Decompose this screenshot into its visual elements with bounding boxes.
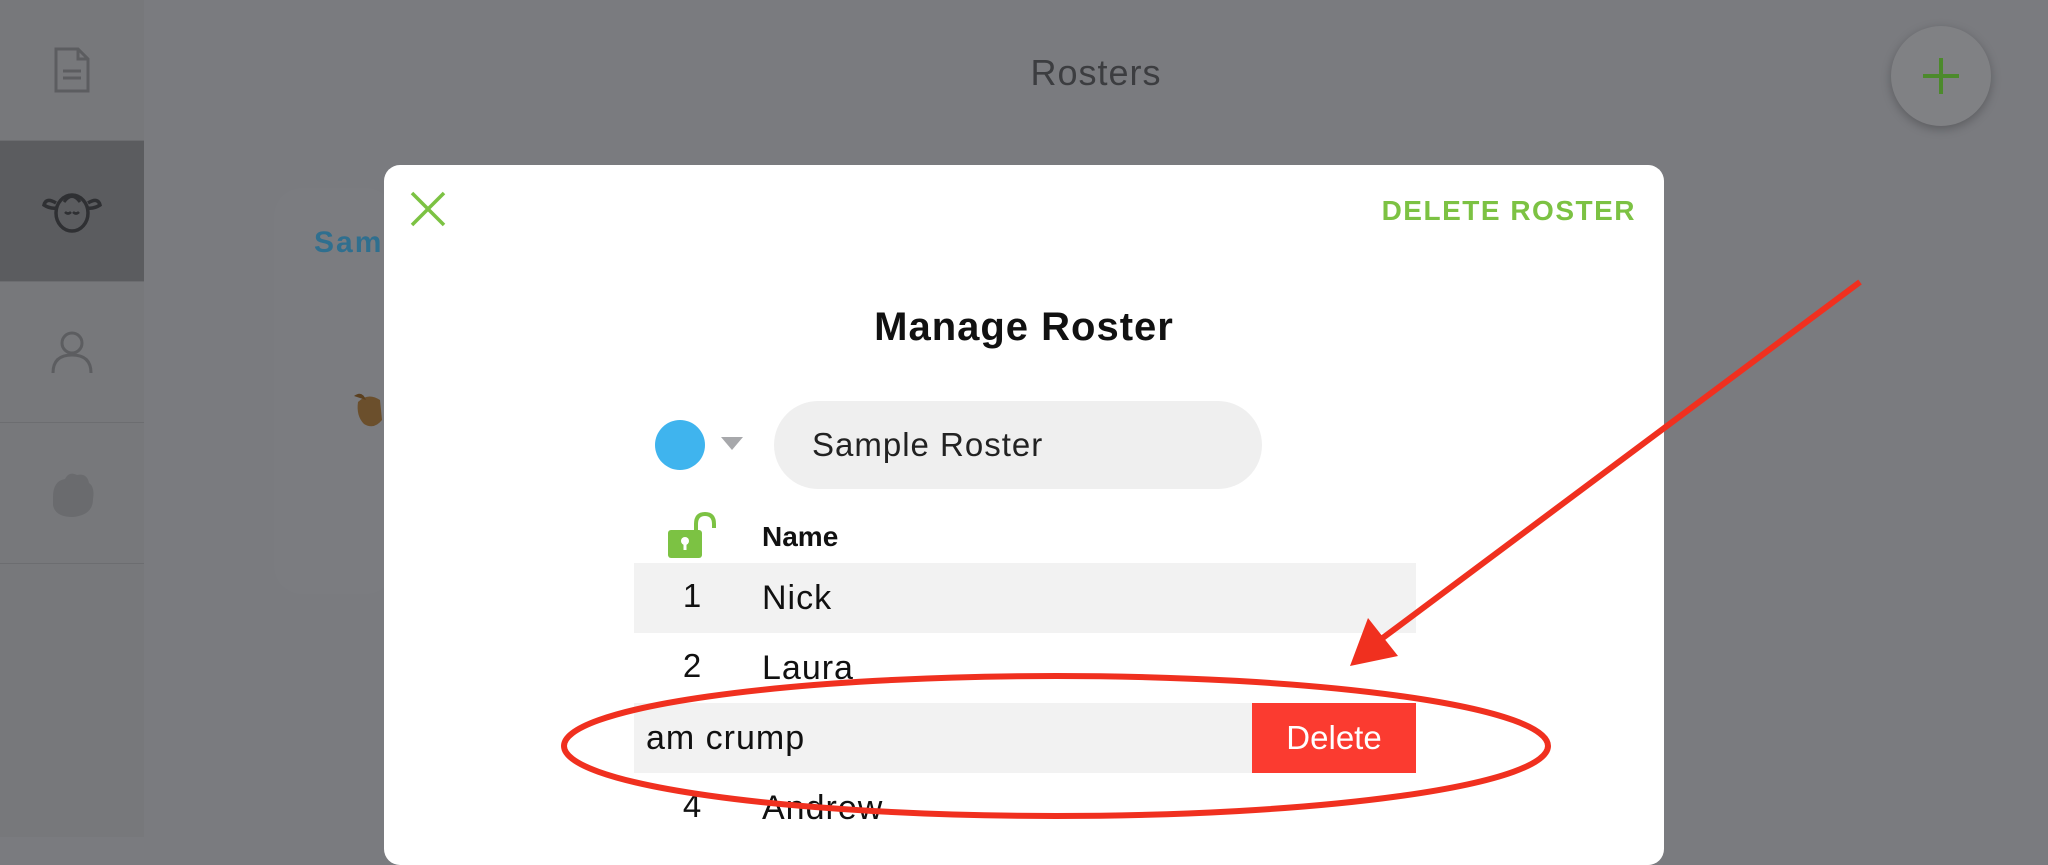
manage-roster-modal: DELETE ROSTER Manage Roster Name 1 Nick … (384, 165, 1664, 865)
row-number: 1 (682, 577, 702, 614)
student-name: am crump (646, 719, 806, 757)
sidebar-item-students[interactable] (0, 282, 144, 423)
delete-roster-button[interactable]: DELETE ROSTER (1382, 195, 1636, 227)
modal-title: Manage Roster (874, 305, 1174, 349)
student-name: Laura (762, 649, 854, 687)
student-name: Nick (762, 579, 833, 617)
student-name: Andrew (762, 789, 884, 827)
plus-icon (1923, 58, 1959, 94)
table-row[interactable]: 2 Laura (634, 633, 1416, 703)
sidebar-item-rosters[interactable] (0, 141, 144, 282)
hand-icon (53, 473, 94, 517)
table-row[interactable]: 1 Nick (634, 563, 1416, 633)
row-number: 4 (682, 787, 702, 824)
roster-card-title: Sam (314, 226, 384, 259)
roster-table: 1 Nick 2 Laura am crump Delete 4 Andrew (634, 563, 1416, 833)
unlock-icon[interactable] (666, 512, 718, 560)
sidebar (0, 0, 144, 837)
chevron-down-icon[interactable] (721, 437, 743, 450)
delete-student-button[interactable]: Delete (1252, 703, 1416, 773)
name-column-header: Name (762, 521, 839, 552)
sidebar-item-hand[interactable] (0, 423, 144, 564)
animal-icon (354, 393, 382, 427)
roster-color-picker[interactable] (655, 420, 705, 470)
table-row-swiped[interactable]: am crump Delete (634, 703, 1416, 773)
sheep-icon (42, 193, 102, 233)
add-roster-button[interactable] (1891, 26, 1991, 126)
row-number: 2 (682, 647, 702, 684)
page-title: Rosters (1030, 52, 1162, 93)
close-icon[interactable] (408, 189, 448, 229)
roster-name-input[interactable] (774, 401, 1262, 489)
table-row[interactable]: 4 Andrew (634, 773, 1416, 833)
person-icon (51, 331, 93, 374)
